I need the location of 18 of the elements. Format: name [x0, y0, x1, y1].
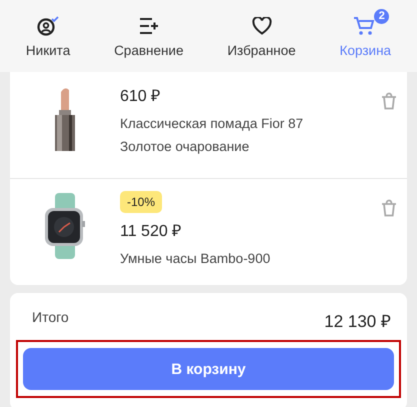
product-name: Классическая помада Fior 87 Золотое очарование	[120, 115, 304, 156]
list-plus-icon	[138, 16, 159, 34]
discount-tag: -10%	[120, 191, 162, 213]
nav-tab[interactable]: Избранное	[225, 10, 298, 62]
nav-tab[interactable]: 2 Корзина	[338, 10, 394, 62]
nav-tab[interactable]: Никита	[24, 10, 72, 62]
count-badge: 2	[374, 8, 390, 24]
total-value: 12 130 ₽	[324, 311, 391, 332]
total-label: Итого	[32, 309, 69, 327]
add-to-cart-button[interactable]: В корзину	[23, 348, 394, 390]
product-name: Умные часы Bambo-900	[120, 250, 272, 268]
trash-icon[interactable]	[381, 199, 397, 217]
nav-tab[interactable]: Сравнение	[112, 10, 186, 62]
price: 11 520 ₽	[120, 222, 182, 241]
trash-icon[interactable]	[381, 92, 397, 110]
heart-icon	[252, 16, 272, 34]
price: 610 ₽	[120, 87, 162, 106]
user-icon	[37, 16, 60, 36]
